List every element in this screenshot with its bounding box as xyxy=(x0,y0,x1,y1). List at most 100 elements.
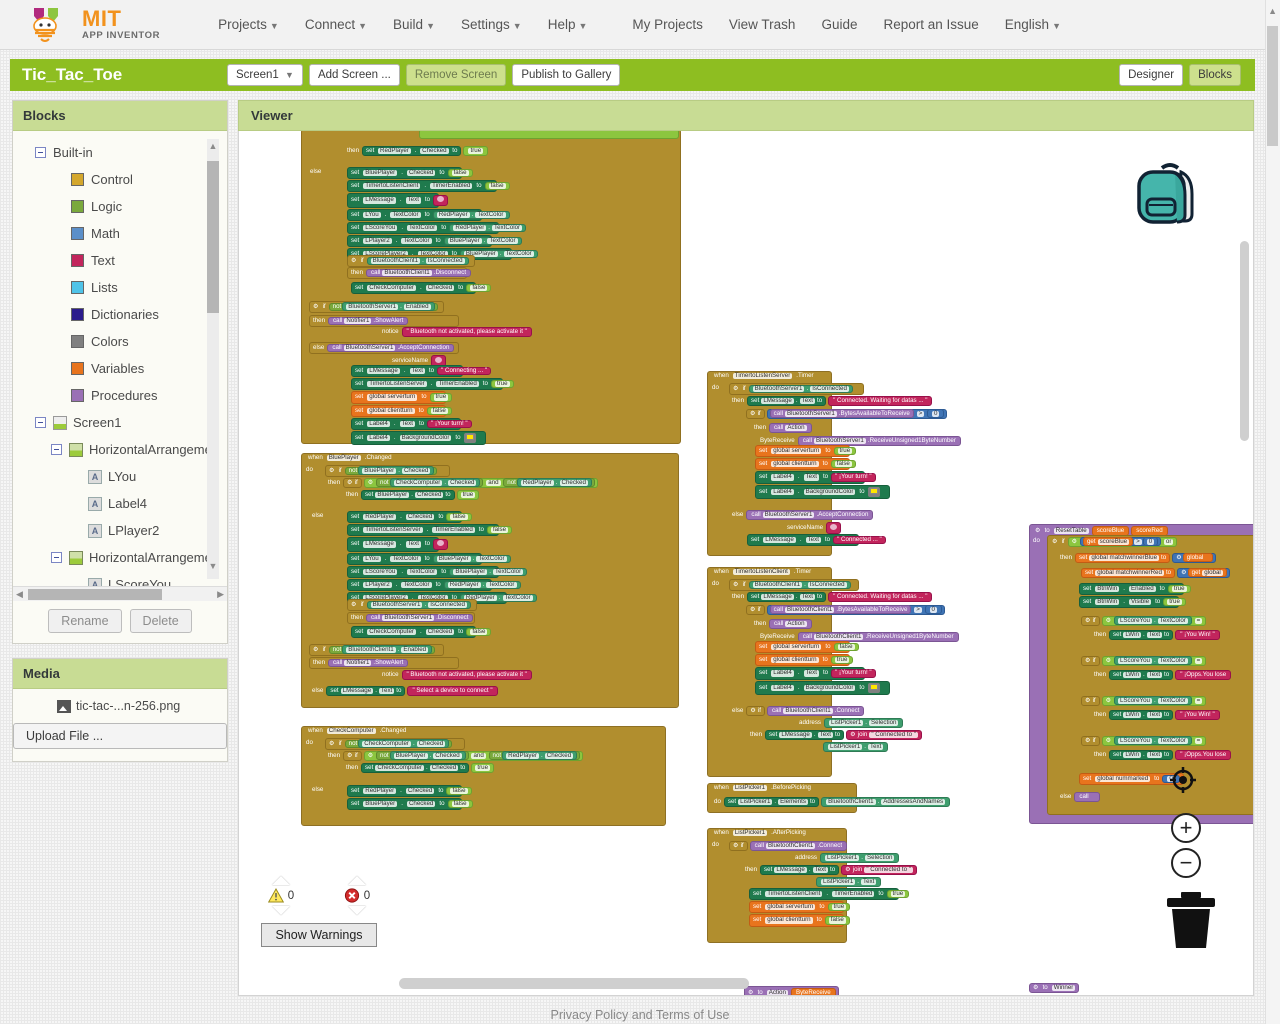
gear-icon[interactable]: ⚙ xyxy=(312,646,320,653)
if-lscoreyou-textcolor-4[interactable]: ⚙ if ⚙ LScoreYou. TextColor = xyxy=(1079,735,1208,747)
property-dropdown[interactable]: Checked xyxy=(425,628,455,636)
event-header-afterpicking[interactable]: when ListPicker1 .AfterPicking xyxy=(711,829,809,837)
component-dropdown[interactable]: BluetoothServer1 xyxy=(762,511,815,519)
if-lscoreyou-textcolor-1[interactable]: ⚙ if ⚙ LScoreYou. TextColor = xyxy=(1079,615,1208,627)
gear-icon[interactable]: ⚙ xyxy=(1175,554,1183,561)
next-warning-icon[interactable] xyxy=(272,906,290,915)
text-string[interactable]: " ¡You Win! " xyxy=(1179,631,1215,638)
if-bytesavailable-g5[interactable]: ⚙ if call BluetoothClient1 .BytesAvailableT… xyxy=(744,604,947,616)
component-dropdown[interactable]: ListPicker1 xyxy=(732,829,768,837)
workspace-horizontal-scrollbar[interactable] xyxy=(399,978,749,989)
property-dropdown[interactable]: Text xyxy=(868,743,884,751)
set-matchwinnerred[interactable]: set global matchwinnerRed to ⚙ get global xyxy=(1079,567,1232,579)
component-dropdown[interactable]: LWin xyxy=(1123,671,1141,679)
menu-language[interactable]: English ▼ xyxy=(1005,17,1061,32)
setter-stack-g3[interactable]: set RedPlayer. Checked to false set BluePlaye… xyxy=(347,785,473,811)
property-dropdown[interactable]: TextColor xyxy=(390,555,421,562)
property-dropdown[interactable]: Text xyxy=(805,536,821,544)
sidebar-item-horizontalarrangement2[interactable]: HorizontalArrangemen xyxy=(13,544,227,571)
property-dropdown[interactable]: IsConnected xyxy=(428,601,467,609)
component-dropdown[interactable]: RedPlayer xyxy=(520,479,554,487)
component-dropdown[interactable]: RedPlayer xyxy=(378,147,411,155)
component-dropdown[interactable]: BluetoothClient1 xyxy=(826,798,876,806)
component-dropdown[interactable]: LScoreYou xyxy=(1117,737,1152,745)
then-notifier-showalert-g2[interactable]: then call Notifier1 .ShowAlert xyxy=(309,657,459,670)
component-dropdown[interactable]: LMessage xyxy=(363,541,396,548)
component-dropdown[interactable]: CheckComputer xyxy=(393,479,443,487)
boolean-dropdown[interactable]: true xyxy=(468,147,484,155)
color-swatch-icon[interactable] xyxy=(869,683,878,690)
center-blocks-icon[interactable] xyxy=(1170,767,1196,793)
then-set-lmessage-g4[interactable]: then set LMessage. Text to " Connected. Wai… xyxy=(729,395,934,407)
boolean-dropdown[interactable]: true xyxy=(834,656,850,664)
gear-icon[interactable]: ⚙ xyxy=(346,752,354,759)
delete-button[interactable]: Delete xyxy=(129,609,192,633)
text-string[interactable]: " Bluetooth not activated, please activa… xyxy=(406,671,528,678)
if-block-bt-enabled[interactable]: ⚙ if not BluetoothServer1. Enabled xyxy=(309,301,444,314)
property-dropdown[interactable]: Selection xyxy=(865,854,895,862)
or-dropdown[interactable]: or xyxy=(1163,538,1174,546)
component-dropdown[interactable]: LScoreYou xyxy=(1117,617,1152,625)
menu-settings[interactable]: Settings ▼ xyxy=(461,17,522,32)
if-btclient-isconnected-g5[interactable]: ⚙ if BluetoothClient1. IsConnected xyxy=(729,579,859,592)
component-dropdown[interactable]: CheckComputer xyxy=(367,284,416,292)
boolean-dropdown[interactable]: false xyxy=(430,407,448,414)
gear-icon[interactable]: ⚙ xyxy=(367,752,375,759)
component-dropdown[interactable]: LPlayer2 xyxy=(363,581,392,589)
component-dropdown[interactable]: TimertoListenServer xyxy=(367,380,427,388)
property-dropdown[interactable]: TimerEnabled xyxy=(432,526,475,534)
gear-icon[interactable]: ⚙ xyxy=(749,707,757,714)
property-dropdown[interactable]: Text xyxy=(799,593,815,601)
sidebar-item-lplayer2[interactable]: A LPlayer2 xyxy=(13,517,227,544)
backpack-icon[interactable] xyxy=(1129,159,1211,231)
global-variable-dropdown[interactable]: global matchwinnerRed xyxy=(1095,569,1164,577)
menu-view-trash[interactable]: View Trash xyxy=(729,17,796,32)
component-dropdown[interactable]: LScoreYou xyxy=(1117,697,1152,705)
menu-connect[interactable]: Connect ▼ xyxy=(305,17,367,32)
event-header-checkcomputer[interactable]: when CheckComputer .Changed xyxy=(305,727,409,735)
component-dropdown[interactable]: TimertoListenClient xyxy=(363,182,421,190)
component-dropdown[interactable]: TimertoListenClient xyxy=(765,890,823,898)
next-error-icon[interactable] xyxy=(348,906,366,915)
component-dropdown[interactable]: BluetoothServer1 xyxy=(814,437,866,445)
property-dropdown[interactable]: Checked xyxy=(405,787,435,795)
boolean-dropdown[interactable]: false xyxy=(470,628,488,636)
sidebar-item-label4[interactable]: A Label4 xyxy=(13,490,227,517)
property-dropdown[interactable]: TextColor xyxy=(493,568,524,576)
global-variable-dropdown[interactable]: global serverturn xyxy=(771,447,822,455)
screen-select-dropdown[interactable]: Screen1 ▼ xyxy=(227,63,303,87)
component-dropdown[interactable]: ListPicker1 xyxy=(738,798,773,806)
property-dropdown[interactable]: Text xyxy=(409,367,425,375)
property-dropdown[interactable]: Text xyxy=(1146,671,1163,679)
then-call-server-disconnect[interactable]: then call BluetoothServer1 .Disconnect xyxy=(347,612,475,625)
gear-icon[interactable]: ⚙ xyxy=(1105,657,1113,664)
property-dropdown[interactable]: Text xyxy=(405,541,421,548)
global-variable-dropdown[interactable]: global xyxy=(1202,569,1223,577)
global-variable-dropdown[interactable]: global matchwinnerBlue xyxy=(1089,554,1160,562)
component-dropdown[interactable]: TimertoListenServer xyxy=(363,526,423,534)
property-dropdown[interactable]: BackgroundColor xyxy=(803,684,856,691)
component-dropdown[interactable]: Label4 xyxy=(367,420,390,428)
property-dropdown[interactable]: Text xyxy=(1146,711,1163,719)
page-scrollbar[interactable]: ▲ xyxy=(1265,0,1280,1024)
footer-text[interactable]: Privacy Policy and Terms of Use xyxy=(0,1008,1280,1024)
text-string[interactable]: " ¡Opps.You lose xyxy=(1179,751,1227,758)
property-dropdown[interactable]: Checked xyxy=(544,752,574,760)
set-global-nummarked[interactable]: set global nummarked to 0 xyxy=(1079,773,1184,786)
boolean-dropdown[interactable]: false xyxy=(451,169,469,177)
component-dropdown[interactable]: CheckComputer xyxy=(367,628,416,636)
component-dropdown[interactable]: Notifier1 xyxy=(344,317,372,325)
rename-button[interactable]: Rename xyxy=(48,609,122,633)
text-string[interactable]: " Connecting ... " xyxy=(440,367,488,374)
gear-icon[interactable]: ⚙ xyxy=(1034,527,1042,534)
gear-icon[interactable]: ⚙ xyxy=(1105,697,1113,704)
global-variable-dropdown[interactable]: global clientturn xyxy=(765,917,813,924)
param-name[interactable]: ByteReceive xyxy=(795,989,832,995)
property-dropdown[interactable]: Checked xyxy=(448,479,477,487)
property-dropdown[interactable]: TextColor xyxy=(1157,737,1188,745)
property-dropdown[interactable]: Text xyxy=(1146,631,1163,639)
component-dropdown[interactable]: Notifier1 xyxy=(344,659,372,667)
component-dropdown[interactable]: RedPlayer xyxy=(436,211,470,218)
component-dropdown[interactable]: BluePlayer xyxy=(363,169,398,177)
property-dropdown[interactable]: Checked xyxy=(420,147,449,155)
